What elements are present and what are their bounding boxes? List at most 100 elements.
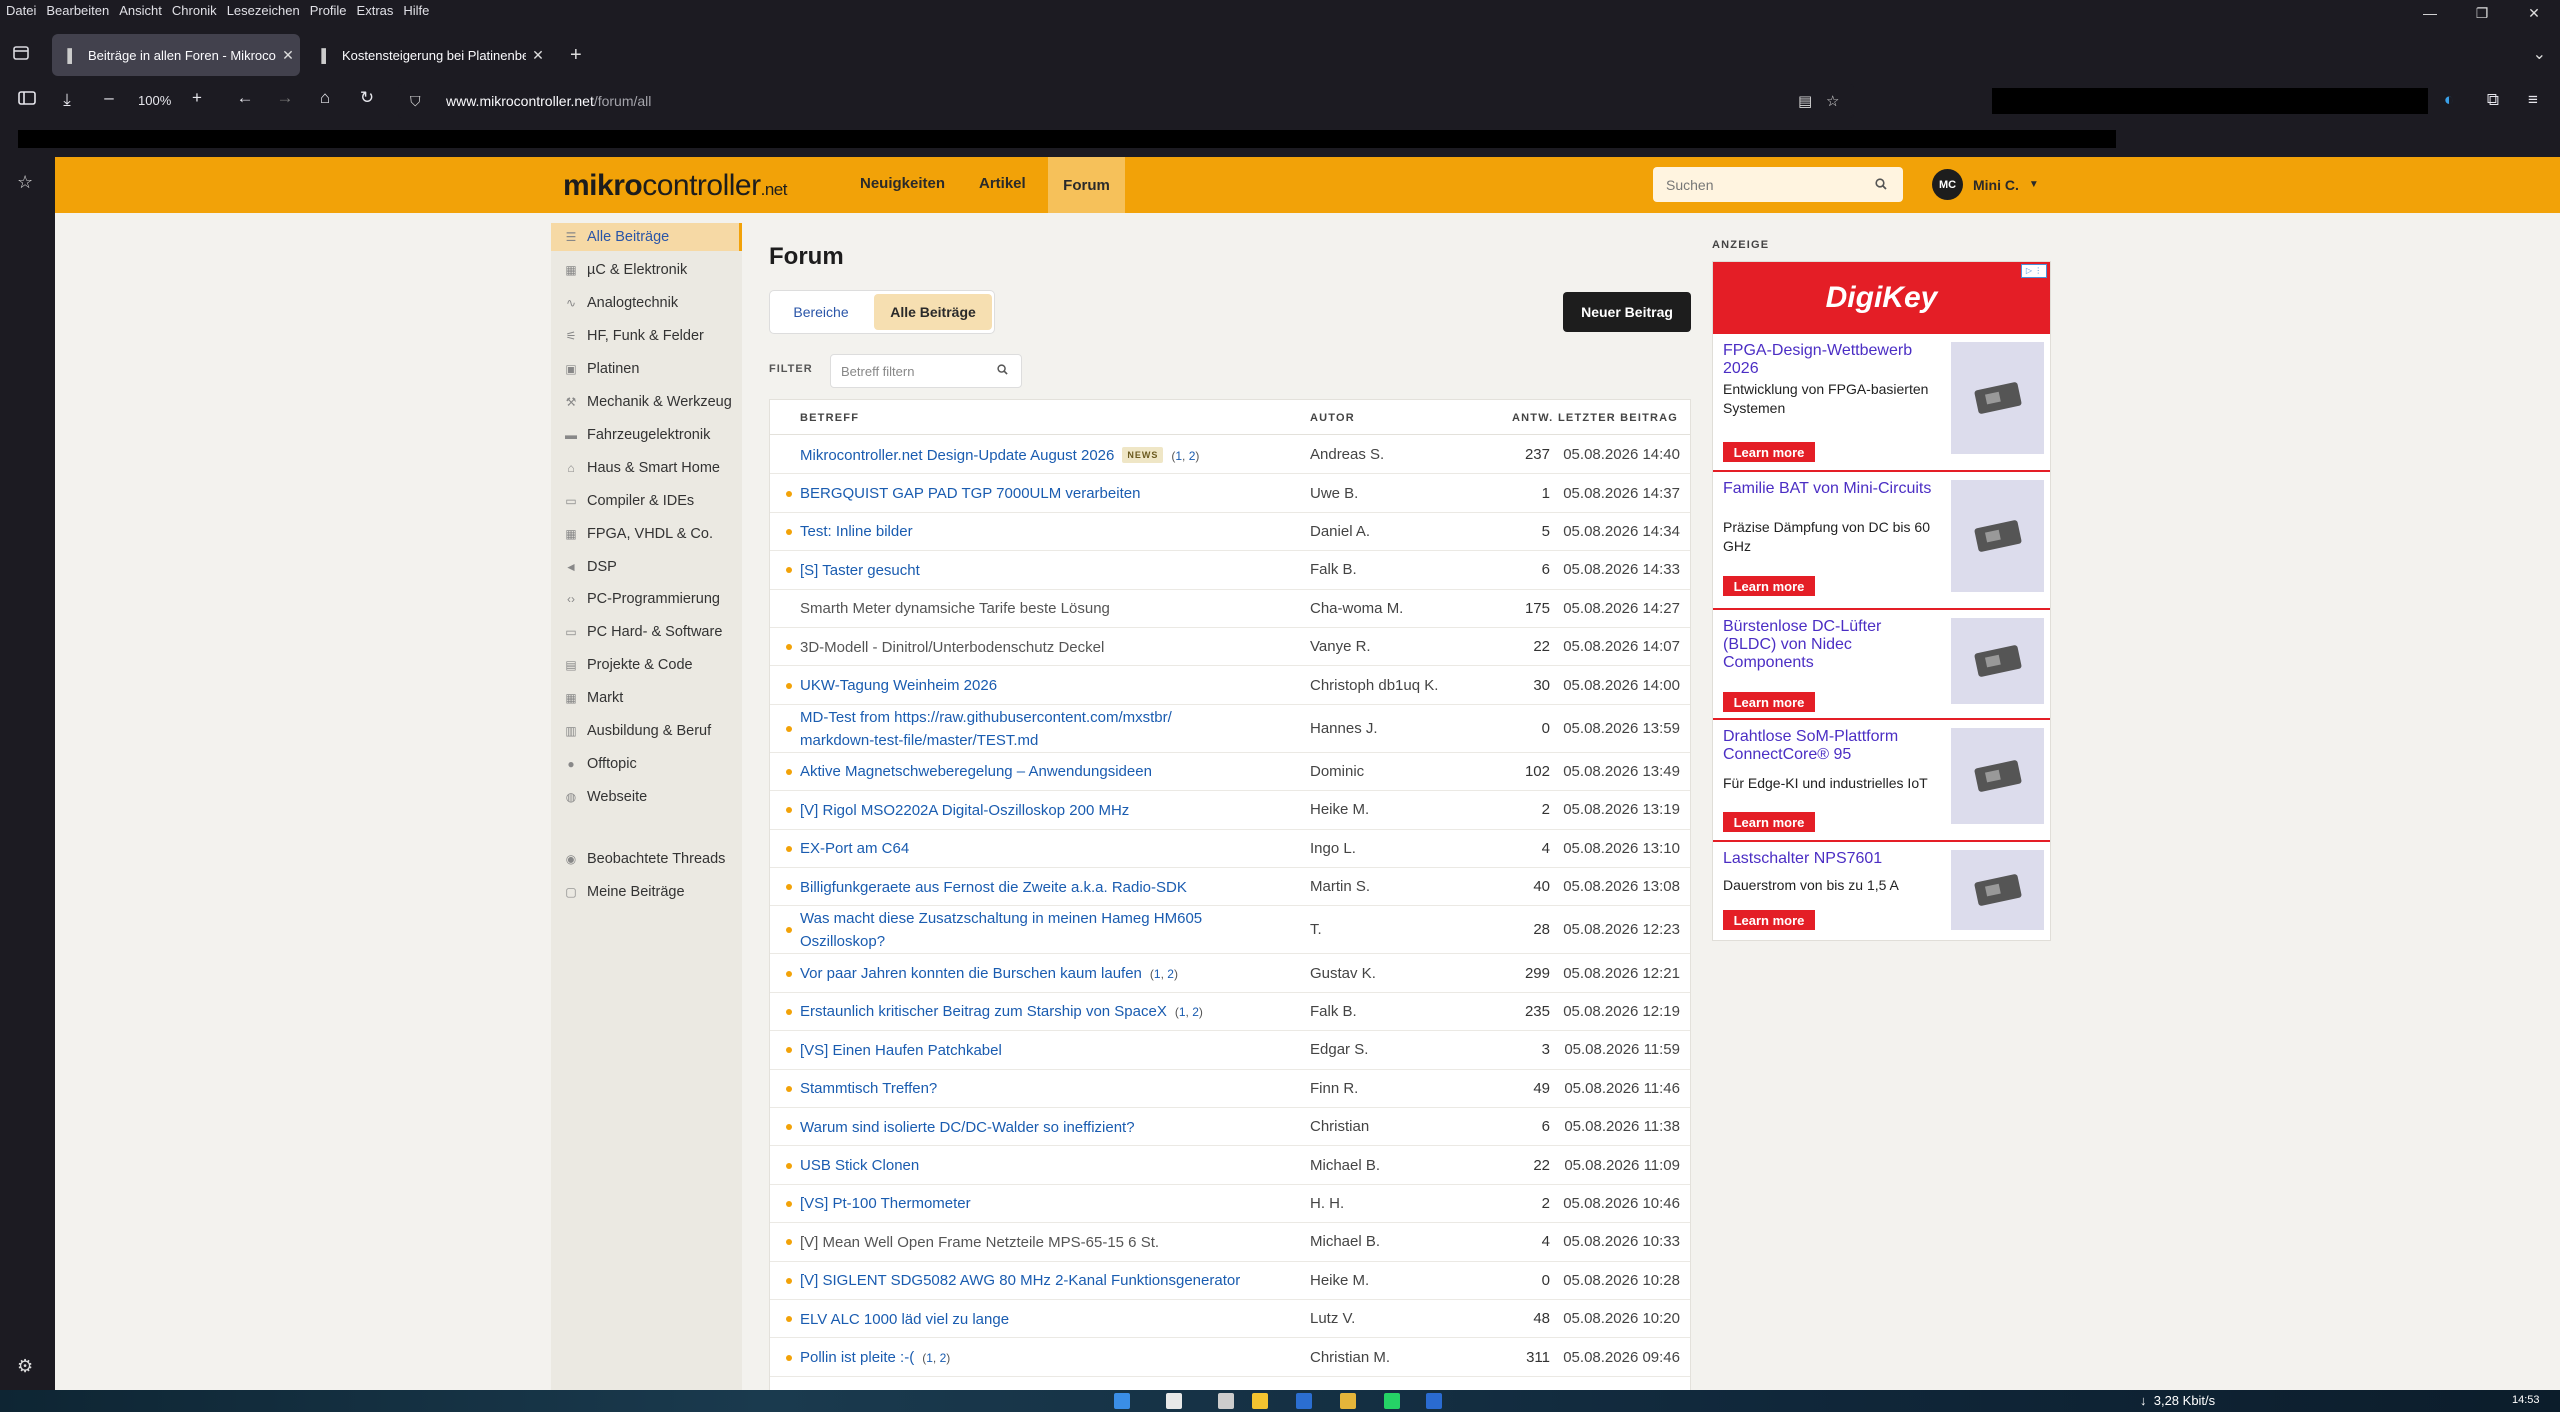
thread-subject[interactable]: Vor paar Jahren konnten die Burschen kau…: [800, 962, 1250, 986]
downloads-icon[interactable]: ⤓: [54, 90, 80, 110]
reader-view-icon[interactable]: ▤: [1798, 92, 1812, 110]
forum-nav-item[interactable]: ☰ Alle Beiträge: [551, 223, 742, 251]
page-link[interactable]: 2: [1189, 449, 1196, 463]
tab-kostensteigerung[interactable]: ▌ Kostensteigerung bei Platinenbe ✕: [306, 34, 550, 76]
thread-title[interactable]: EX-Port am C64: [800, 840, 909, 857]
page-link[interactable]: 1: [926, 1351, 933, 1365]
menu-item[interactable]: Hilfe: [403, 0, 429, 18]
learn-more-button[interactable]: Learn more: [1723, 812, 1815, 832]
thread-author[interactable]: H. H.: [1310, 1195, 1344, 1212]
table-row[interactable]: Test: Inline bilder Daniel A. 5 05.08.2026 …: [770, 513, 1690, 552]
thread-title[interactable]: [V] Mean Well Open Frame Netzteile MPS-6…: [800, 1234, 1159, 1251]
learn-more-button[interactable]: Learn more: [1723, 576, 1815, 596]
tab-list-chevron-icon[interactable]: ⌄: [2533, 44, 2546, 64]
thread-author[interactable]: Christian: [1310, 1118, 1369, 1135]
table-row[interactable]: [V] Rigol MSO2202A Digital-Oszilloskop 2…: [770, 791, 1690, 830]
thread-author[interactable]: T.: [1310, 921, 1322, 938]
forum-nav-item[interactable]: ▦ FPGA, VHDL & Co.: [551, 520, 742, 548]
page-link[interactable]: 2: [1192, 1005, 1199, 1019]
site-logo[interactable]: mikrocontroller.net: [563, 169, 787, 203]
thread-title[interactable]: [S] Taster gesucht: [800, 562, 920, 579]
forum-nav-item[interactable]: ⚟ HF, Funk & Felder: [551, 322, 742, 350]
table-row[interactable]: Pollin ist pleite :-((1, 2) Christian M. 3…: [770, 1338, 1690, 1377]
thread-title[interactable]: Stammtisch Treffen?: [800, 1080, 937, 1097]
menu-item[interactable]: Ansicht: [119, 0, 162, 18]
menu-item[interactable]: Datei: [6, 0, 36, 18]
thread-author[interactable]: Daniel A.: [1310, 523, 1370, 540]
close-tab-icon[interactable]: ✕: [276, 47, 300, 64]
thread-author[interactable]: Falk B.: [1310, 1003, 1357, 1020]
thread-title[interactable]: UKW-Tagung Weinheim 2026: [800, 677, 997, 694]
thread-subject[interactable]: Pollin ist pleite :-((1, 2): [800, 1346, 1250, 1370]
zoom-out-icon[interactable]: –: [96, 88, 122, 108]
thread-subject[interactable]: Billigfunkgeraete aus Fernost die Zweite…: [800, 876, 1250, 899]
forum-nav-item[interactable]: ▦ Markt: [551, 684, 742, 712]
thread-subject[interactable]: 3D-Modell - Dinitrol/Unterbodenschutz De…: [800, 636, 1250, 659]
thread-author[interactable]: Dominic: [1310, 763, 1364, 780]
table-row[interactable]: UKW-Tagung Weinheim 2026 Christoph db1uq …: [770, 666, 1690, 705]
thread-title[interactable]: Mikrocontroller.net Design-Update August…: [800, 447, 1114, 464]
thread-title[interactable]: Warum sind isolierte DC/DC-Walder so ine…: [800, 1119, 1135, 1136]
thread-title[interactable]: Pollin ist pleite :-(: [800, 1349, 914, 1366]
thread-title[interactable]: Vor paar Jahren konnten die Burschen kau…: [800, 965, 1142, 982]
thread-subject[interactable]: MD-Test from https://raw.githubuserconte…: [800, 706, 1250, 752]
thread-subject[interactable]: Warum sind isolierte DC/DC-Walder so ine…: [800, 1116, 1250, 1139]
product-image[interactable]: [1951, 342, 2044, 454]
thread-author[interactable]: Falk B.: [1310, 561, 1357, 578]
forum-nav-item[interactable]: ▭ Compiler & IDEs: [551, 487, 742, 515]
menu-item[interactable]: Lesezeichen: [227, 0, 300, 18]
product-image[interactable]: [1951, 618, 2044, 704]
forum-nav-item[interactable]: ▦ µC & Elektronik: [551, 256, 742, 284]
forum-nav-item[interactable]: ▭ PC Hard- & Software: [551, 618, 742, 646]
thread-title[interactable]: Test: Inline bilder: [800, 523, 913, 540]
tab-bereiche[interactable]: Bereiche: [770, 291, 872, 333]
table-row[interactable]: Was macht diese Zusatzschaltung in meine…: [770, 906, 1690, 955]
thread-subject[interactable]: [VS] Einen Haufen Patchkabel: [800, 1039, 1250, 1062]
table-row[interactable]: USB Stick Clonen Michael B. 22 05.08.2026 1…: [770, 1146, 1690, 1185]
thread-author[interactable]: Lutz V.: [1310, 1310, 1355, 1327]
thread-subject[interactable]: UKW-Tagung Weinheim 2026: [800, 674, 1250, 697]
site-search-input[interactable]: Suchen: [1653, 167, 1903, 202]
thread-subject[interactable]: Was macht diese Zusatzschaltung in meine…: [800, 907, 1250, 953]
app-icon[interactable]: [1166, 1393, 1182, 1409]
forum-nav-item[interactable]: ⌂ Haus & Smart Home: [551, 454, 742, 482]
app-icon[interactable]: [1426, 1393, 1442, 1409]
filter-input[interactable]: Betreff filtern: [830, 354, 1022, 388]
new-tab-icon[interactable]: +: [570, 45, 582, 65]
thread-author[interactable]: Gustav K.: [1310, 965, 1376, 982]
forum-nav-item[interactable]: ◍ Webseite: [551, 783, 742, 811]
thread-subject[interactable]: USB Stick Clonen: [800, 1154, 1250, 1177]
forum-nav-item[interactable]: ⚒ Mechanik & Werkzeug: [551, 388, 742, 416]
thread-author[interactable]: Hannes J.: [1310, 720, 1378, 737]
extensions-icon[interactable]: ⧉: [2480, 90, 2506, 110]
minimize-icon[interactable]: —: [2404, 0, 2456, 26]
restore-icon[interactable]: ❐: [2456, 0, 2508, 26]
search-icon[interactable]: [1875, 177, 1903, 193]
firefox-view-icon[interactable]: [12, 44, 32, 64]
thread-author[interactable]: Heike M.: [1310, 801, 1369, 818]
learn-more-button[interactable]: Learn more: [1723, 442, 1815, 462]
user-menu[interactable]: MC Mini C. ▼: [1932, 169, 2039, 200]
forum-nav-item[interactable]: ▤ Projekte & Code: [551, 651, 742, 679]
table-row[interactable]: Warum sind isolierte DC/DC-Walder so ine…: [770, 1108, 1690, 1147]
thread-author[interactable]: Christian M.: [1310, 1349, 1390, 1366]
table-row[interactable]: MD-Test from https://raw.githubuserconte…: [770, 705, 1690, 753]
ad-card[interactable]: FPGA-Design-Wettbewerb 2026 Entwicklung v…: [1713, 334, 2050, 472]
thread-title[interactable]: Was macht diese Zusatzschaltung in meine…: [800, 910, 1202, 950]
ad-card[interactable]: Familie BAT von Mini-Circuits Präzise Däm…: [1713, 472, 2050, 610]
product-image[interactable]: [1951, 728, 2044, 824]
ad-card-title[interactable]: Drahtlose SoM-Plattform ConnectCore® 95: [1723, 728, 1933, 764]
nav-neuigkeiten[interactable]: Neuigkeiten: [860, 175, 945, 192]
profile-icon[interactable]: ◐: [2436, 90, 2462, 110]
bookmark-star-icon[interactable]: ☆: [1826, 92, 1839, 110]
thread-subject[interactable]: [S] Taster gesucht: [800, 559, 1250, 582]
bookmarks-sidebar-star-icon[interactable]: ☆: [17, 172, 33, 193]
back-icon[interactable]: ←: [232, 88, 258, 108]
close-tab-icon[interactable]: ✕: [526, 47, 550, 64]
table-row[interactable]: Aktive Magnetschweberegelung – Anwendung…: [770, 753, 1690, 792]
forum-nav-item[interactable]: ◄ DSP: [551, 553, 742, 581]
menu-item[interactable]: Chronik: [172, 0, 217, 18]
page-link[interactable]: 2: [1167, 967, 1174, 981]
search-icon[interactable]: [997, 364, 1021, 378]
nav-forum[interactable]: Forum: [1048, 157, 1125, 213]
